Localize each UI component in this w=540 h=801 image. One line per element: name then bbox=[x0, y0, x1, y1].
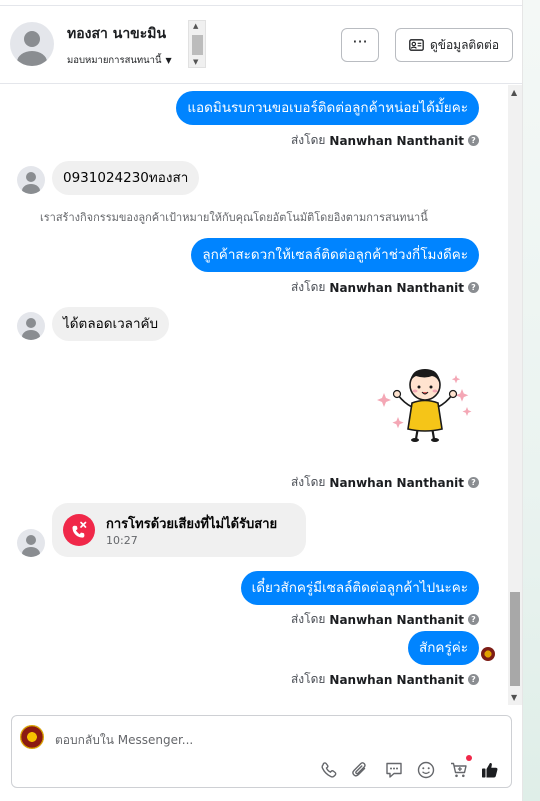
missed-call-time: 10:27 bbox=[106, 534, 138, 547]
help-icon[interactable]: ? bbox=[468, 282, 479, 293]
view-contact-label: ดูข้อมูลติดต่อ bbox=[429, 37, 500, 52]
contact-card-icon bbox=[409, 39, 424, 51]
contact-name[interactable]: ทองสา นาขะมิน bbox=[67, 23, 166, 45]
chat-bubble-icon[interactable] bbox=[384, 760, 404, 780]
assign-label: มอบหมายการสนทนานี้ bbox=[67, 55, 162, 66]
more-options-button[interactable]: ··· bbox=[341, 28, 379, 62]
sent-by-prefix: ส่งโดย bbox=[290, 672, 326, 686]
sent-by-prefix: ส่งโดย bbox=[290, 133, 326, 147]
chevron-down-icon: ▼ bbox=[165, 56, 172, 65]
thumbs-up-icon[interactable] bbox=[480, 760, 500, 780]
page-avatar bbox=[20, 725, 44, 749]
scroll-down-icon[interactable]: ▼ bbox=[511, 693, 517, 702]
sender-name: Nanwhan Nanthanit bbox=[329, 133, 464, 148]
sent-by-prefix: ส่งโดย bbox=[290, 612, 326, 626]
conversation-header: ทองสา นาขะมิน มอบหมายการสนทนานี้ ▼ ▲ ▼ ·… bbox=[0, 6, 522, 84]
contact-avatar[interactable] bbox=[10, 22, 54, 66]
missed-call-card[interactable]: การโทรด้วยเสียงที่ไม่ได้รับสาย 10:27 bbox=[52, 503, 306, 557]
scroll-up-icon[interactable]: ▲ bbox=[193, 22, 198, 30]
notification-dot bbox=[466, 755, 472, 761]
seen-avatar bbox=[481, 647, 495, 661]
contact-avatar-small bbox=[17, 529, 45, 557]
help-icon[interactable]: ? bbox=[468, 614, 479, 625]
sender-name: Nanwhan Nanthanit bbox=[329, 280, 464, 295]
message-thread[interactable]: แอดมินรบกวนขอเบอร์ติดต่อลูกค้าหน่อยได้มั… bbox=[0, 85, 508, 705]
chat-scrollbar[interactable]: ▲ ▼ bbox=[508, 85, 522, 705]
contact-avatar-small bbox=[17, 166, 45, 194]
sender-name: Nanwhan Nanthanit bbox=[329, 612, 464, 627]
scroll-down-icon[interactable]: ▼ bbox=[193, 58, 198, 66]
scroll-up-icon[interactable]: ▲ bbox=[511, 88, 517, 97]
reply-input[interactable]: ตอบกลับใน Messenger... bbox=[55, 731, 193, 750]
outgoing-message[interactable]: ลูกค้าสะดวกให้เซลล์ติดต่อลูกค้าช่วงกี่โม… bbox=[191, 238, 479, 272]
assign-conversation-dropdown[interactable]: มอบหมายการสนทนานี้ ▼ bbox=[67, 53, 172, 68]
help-icon[interactable]: ? bbox=[468, 674, 479, 685]
incoming-message[interactable]: ได้ตลอดเวลาคับ bbox=[52, 307, 170, 341]
sent-by-prefix: ส่งโดย bbox=[290, 475, 326, 489]
sent-by-label: ส่งโดย Nanwhan Nanthanit ? bbox=[291, 670, 479, 689]
sent-by-label: ส่งโดย Nanwhan Nanthanit ? bbox=[291, 610, 479, 629]
system-note: เราสร้างกิจกรรมของลูกค้าเป้าหมายให้กับคุ… bbox=[40, 211, 428, 224]
sender-name: Nanwhan Nanthanit bbox=[329, 475, 464, 490]
sent-by-prefix: ส่งโดย bbox=[290, 280, 326, 294]
view-contact-button[interactable]: ดูข้อมูลติดต่อ bbox=[395, 28, 513, 62]
missed-call-icon bbox=[63, 514, 95, 546]
header-scroll-thumb[interactable] bbox=[192, 35, 203, 55]
missed-call-title: การโทรด้วยเสียงที่ไม่ได้รับสาย bbox=[106, 517, 278, 532]
incoming-message[interactable]: 0931024230ทองสา bbox=[52, 161, 200, 195]
sent-by-label: ส่งโดย Nanwhan Nanthanit ? bbox=[291, 278, 479, 297]
sent-by-label: ส่งโดย Nanwhan Nanthanit ? bbox=[291, 473, 479, 492]
paperclip-icon[interactable] bbox=[350, 760, 370, 780]
girl-sticker-image[interactable] bbox=[372, 365, 476, 445]
cart-icon[interactable] bbox=[449, 760, 469, 780]
chat-scroll-thumb[interactable] bbox=[510, 592, 520, 686]
outgoing-message[interactable]: แอดมินรบกวนขอเบอร์ติดต่อลูกค้าหน่อยได้มั… bbox=[176, 91, 479, 125]
page-background-strip bbox=[522, 0, 540, 801]
outgoing-message[interactable]: สักครู่ค่ะ bbox=[408, 631, 479, 665]
contact-avatar-small bbox=[17, 312, 45, 340]
phone-icon[interactable] bbox=[319, 760, 339, 780]
reply-composer[interactable]: ตอบกลับใน Messenger... bbox=[11, 715, 512, 788]
emoji-icon[interactable] bbox=[416, 760, 436, 780]
help-icon[interactable]: ? bbox=[468, 477, 479, 488]
sender-name: Nanwhan Nanthanit bbox=[329, 672, 464, 687]
help-icon[interactable]: ? bbox=[468, 135, 479, 146]
header-scrollbar[interactable]: ▲ ▼ bbox=[188, 20, 206, 68]
outgoing-message[interactable]: เดี๋ยวสักครู่มีเซลล์ติดต่อลูกค้าไปนะคะ bbox=[240, 571, 479, 605]
sent-by-label: ส่งโดย Nanwhan Nanthanit ? bbox=[291, 131, 479, 150]
